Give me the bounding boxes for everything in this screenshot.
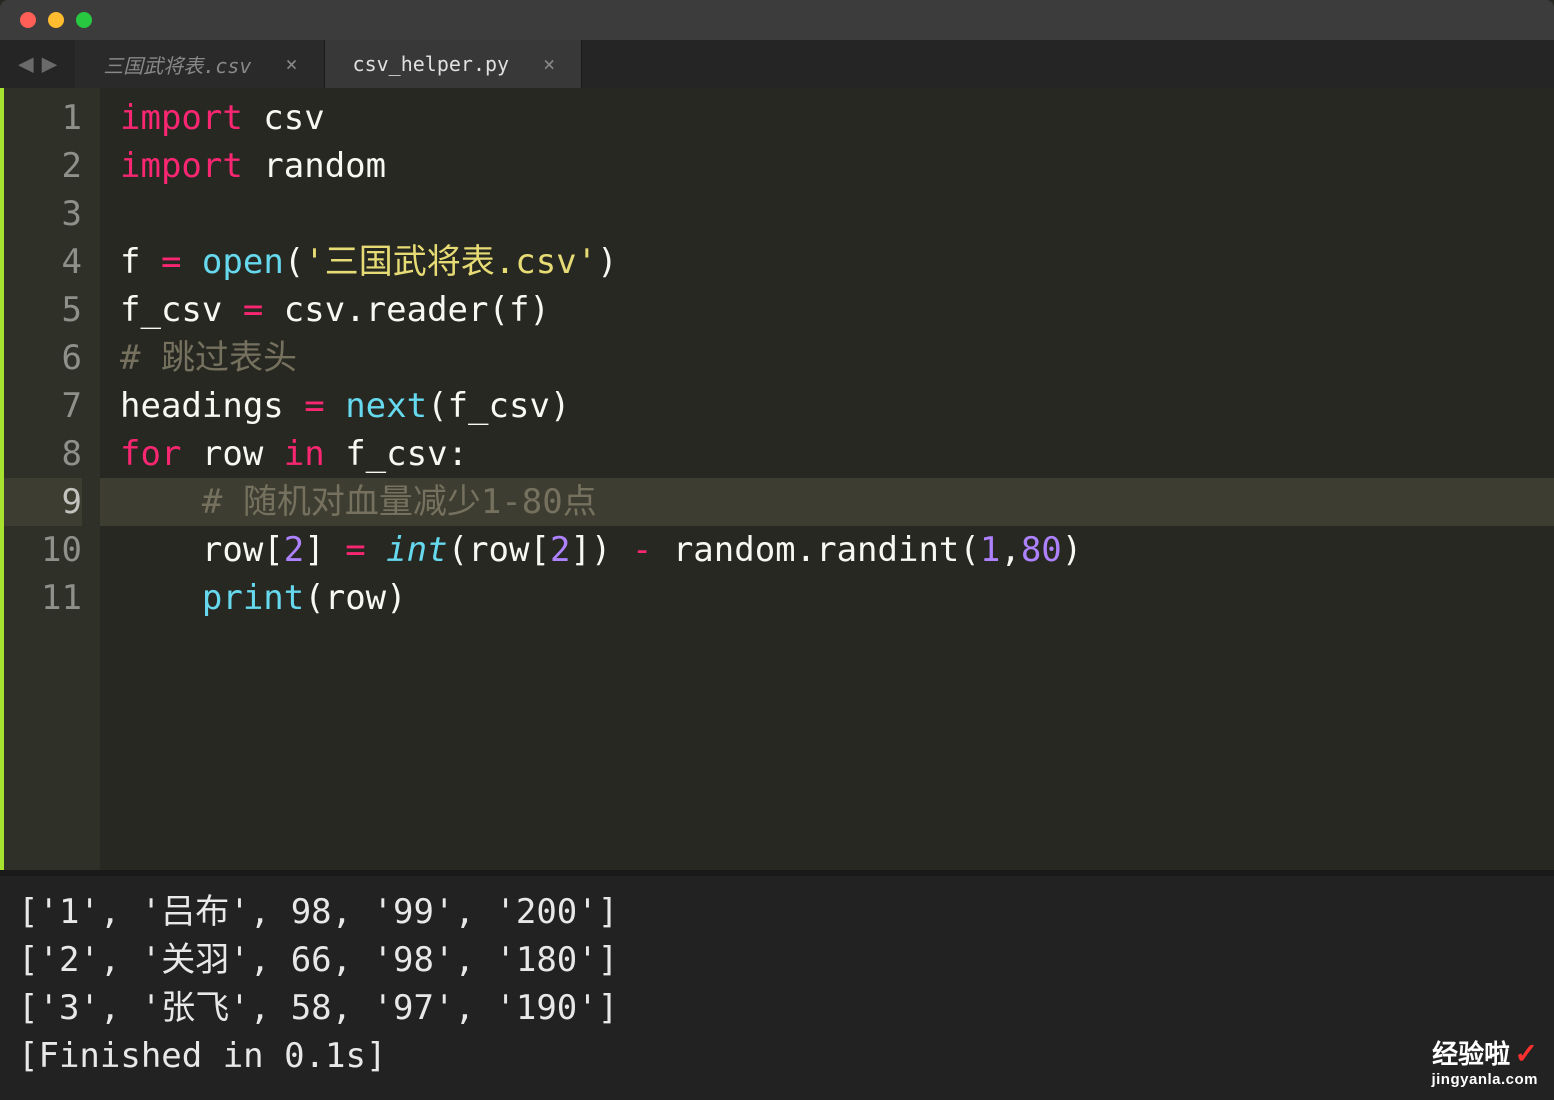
maximize-window-button[interactable] bbox=[76, 12, 92, 28]
titlebar bbox=[0, 0, 1554, 40]
code-line: import csv bbox=[120, 94, 1554, 142]
close-icon[interactable]: × bbox=[281, 52, 301, 76]
console-line: [Finished in 0.1s] bbox=[18, 1032, 1536, 1080]
tab-label: 三国武将表.csv bbox=[103, 50, 251, 79]
nav-back-icon[interactable]: ◀ bbox=[18, 49, 34, 79]
watermark-text: 经验啦 bbox=[1432, 1039, 1510, 1069]
minimize-window-button[interactable] bbox=[48, 12, 64, 28]
console-line: ['2', '关羽', 66, '98', '180'] bbox=[18, 936, 1536, 984]
line-number: 11 bbox=[4, 574, 82, 622]
code-line: print(row) bbox=[120, 574, 1554, 622]
code-line: for row in f_csv: bbox=[120, 430, 1554, 478]
check-icon: ✓ bbox=[1515, 1038, 1538, 1069]
code-line: row[2] = int(row[2]) - random.randint(1,… bbox=[120, 526, 1554, 574]
tab-python-file[interactable]: csv_helper.py × bbox=[325, 40, 583, 88]
code-line: f_csv = csv.reader(f) bbox=[120, 286, 1554, 334]
console-line: ['3', '张飞', 58, '97', '190'] bbox=[18, 984, 1536, 1032]
code-line: f = open('三国武将表.csv') bbox=[120, 238, 1554, 286]
line-number: 8 bbox=[4, 430, 82, 478]
line-number: 6 bbox=[4, 334, 82, 382]
line-number-active: 9 bbox=[4, 478, 82, 526]
code-line: headings = next(f_csv) bbox=[120, 382, 1554, 430]
tab-label: csv_helper.py bbox=[353, 52, 510, 76]
code-line: # 跳过表头 bbox=[120, 334, 1554, 382]
nav-forward-icon[interactable]: ▶ bbox=[42, 49, 58, 79]
line-number: 7 bbox=[4, 382, 82, 430]
tab-nav: ◀ ▶ bbox=[0, 40, 75, 88]
close-window-button[interactable] bbox=[20, 12, 36, 28]
tab-bar: ◀ ▶ 三国武将表.csv × csv_helper.py × bbox=[0, 40, 1554, 88]
close-icon[interactable]: × bbox=[539, 52, 559, 76]
line-number: 1 bbox=[4, 94, 82, 142]
watermark-url: jingyanla.com bbox=[1431, 1071, 1538, 1088]
code-content[interactable]: import csv import random f = open('三国武将表… bbox=[100, 88, 1554, 870]
line-number: 4 bbox=[4, 238, 82, 286]
line-number: 10 bbox=[4, 526, 82, 574]
tab-csv-file[interactable]: 三国武将表.csv × bbox=[75, 40, 324, 88]
code-line: import random bbox=[120, 142, 1554, 190]
console-line: ['1', '吕布', 98, '99', '200'] bbox=[18, 888, 1536, 936]
line-gutter: 1 2 3 4 5 6 7 8 9 10 11 bbox=[4, 88, 100, 870]
code-line bbox=[120, 190, 1554, 238]
line-number: 5 bbox=[4, 286, 82, 334]
output-console[interactable]: ['1', '吕布', 98, '99', '200']['2', '关羽', … bbox=[0, 876, 1554, 1100]
window-controls bbox=[20, 12, 92, 28]
watermark: 经验啦 ✓ jingyanla.com bbox=[1431, 1034, 1538, 1088]
line-number: 3 bbox=[4, 190, 82, 238]
editor[interactable]: 1 2 3 4 5 6 7 8 9 10 11 import csv impor… bbox=[0, 88, 1554, 870]
line-number: 2 bbox=[4, 142, 82, 190]
code-line-active: # 随机对血量减少1-80点 bbox=[100, 478, 1554, 526]
